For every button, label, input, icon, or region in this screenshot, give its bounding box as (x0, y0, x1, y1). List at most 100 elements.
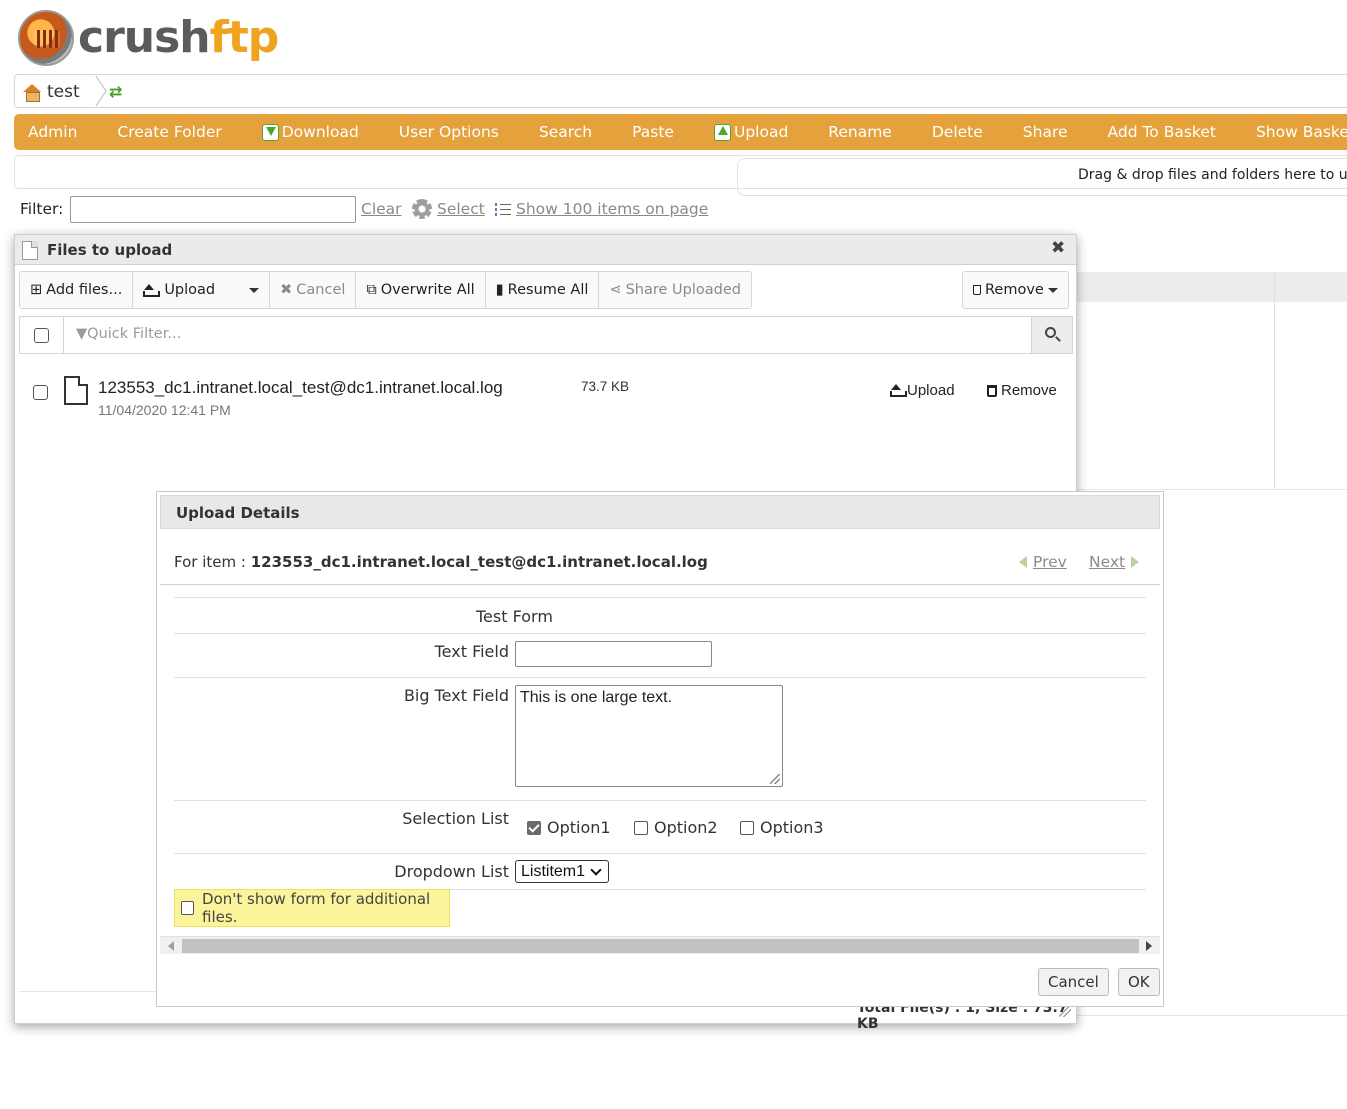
upload-all-button[interactable]: Upload (133, 272, 271, 308)
refresh-icon[interactable]: ⇄ (109, 82, 122, 101)
paste-button[interactable]: Paste (632, 123, 674, 141)
file-checkbox[interactable] (33, 385, 48, 400)
file-name: 123553_dc1.intranet.local_test@dc1.intra… (98, 378, 503, 397)
add-to-basket-button[interactable]: Add To Basket (1108, 123, 1216, 141)
option1-checkbox[interactable]: Option1 (527, 818, 611, 837)
details-header: Upload Details (160, 495, 1160, 529)
chevron-down-icon (1047, 287, 1058, 293)
delete-button[interactable]: Delete (932, 123, 983, 141)
big-text-field-input[interactable]: This is one large text. (515, 685, 783, 787)
breadcrumb-home[interactable]: test (23, 82, 80, 102)
dropdown-list-label: Dropdown List (394, 862, 509, 881)
divider (174, 597, 1146, 598)
dont-show-label: Don't show form for additional files. (202, 890, 431, 926)
clear-link[interactable]: Clear (361, 200, 402, 218)
upload-icon (713, 123, 731, 141)
filter-label: Filter: (20, 200, 64, 218)
breadcrumb-home-label: test (47, 82, 80, 102)
show-basket-button[interactable]: Show Basket (1256, 123, 1347, 141)
search-button[interactable]: Search (539, 123, 592, 141)
x-icon: ✖ (280, 282, 293, 298)
remove-dropdown-button[interactable]: Remove (962, 271, 1069, 309)
quick-filter-input[interactable]: ▼Quick Filter... (76, 326, 181, 342)
file-date: 11/04/2020 12:41 PM (98, 402, 231, 418)
scrollbar-thumb[interactable] (182, 939, 1139, 953)
gear-icon[interactable] (412, 199, 432, 219)
upload-action-buttons: ⊞ Add files... Upload ✖ Cancel ⧉ Overwrite … (19, 271, 752, 309)
dont-show-checkbox[interactable] (181, 901, 195, 915)
file-remove-button[interactable]: Remove (987, 382, 1057, 399)
user-options-button[interactable]: User Options (399, 123, 499, 141)
checkbox-checked[interactable] (527, 820, 541, 835)
chevron-down-icon (590, 864, 602, 876)
create-folder-button[interactable]: Create Folder (117, 123, 221, 141)
add-files-button[interactable]: ⊞ Add files... (20, 272, 134, 308)
dropdown-list-select[interactable]: Listitem1 (515, 860, 609, 883)
form-title: Test Form (476, 607, 553, 626)
admin-button[interactable]: Admin (28, 123, 77, 141)
list-icon (495, 202, 511, 218)
file-icon (64, 376, 88, 405)
selection-list-label: Selection List (402, 809, 509, 828)
dialog-title: Files to upload (47, 241, 173, 259)
divider (160, 584, 1160, 585)
scroll-left-icon[interactable] (168, 941, 174, 951)
trash-icon (987, 384, 997, 397)
logo-text-ftp: ftp (209, 12, 280, 63)
show-items-link[interactable]: Show 100 items on page (516, 200, 708, 218)
dont-show-again-option[interactable]: Don't show form for additional files. (174, 889, 450, 927)
select-all-cell (20, 317, 64, 353)
close-icon[interactable]: ✖ (1051, 238, 1065, 258)
cancel-button[interactable]: Cancel (1038, 968, 1109, 996)
resize-handle[interactable] (770, 774, 780, 784)
file-upload-button[interactable]: Upload (890, 382, 955, 399)
download-button[interactable]: Download (261, 123, 359, 141)
ok-button[interactable]: OK (1118, 968, 1160, 996)
drop-zone-text: Drag & drop files and folders here to up (1078, 167, 1347, 183)
for-item: For item : 123553_dc1.intranet.local_tes… (174, 553, 708, 571)
horizontal-scrollbar[interactable] (160, 936, 1160, 954)
overwrite-all-button[interactable]: ⧉ Overwrite All (356, 272, 486, 308)
select-link[interactable]: Select (437, 200, 485, 218)
drop-zone[interactable]: Drag & drop files and folders here to up (737, 158, 1347, 196)
for-item-label: For item : (174, 553, 246, 571)
dialog-titlebar[interactable]: Files to upload ✖ (15, 235, 1076, 265)
plus-square-icon: ⊞ (30, 282, 43, 298)
next-link[interactable]: Next (1089, 553, 1140, 571)
home-icon (23, 84, 41, 102)
option3-checkbox[interactable]: Option3 (740, 818, 824, 837)
arrow-right-icon (1131, 556, 1140, 568)
upload-file-row: 123553_dc1.intranet.local_test@dc1.intra… (15, 365, 1076, 425)
divider (174, 633, 1146, 634)
upload-icon (143, 283, 161, 297)
document-icon (22, 241, 38, 260)
scroll-right-icon[interactable] (1146, 941, 1152, 951)
arrow-left-icon (1019, 556, 1027, 568)
filter-input[interactable] (70, 196, 356, 223)
chevron-down-icon[interactable] (249, 287, 260, 293)
rename-button[interactable]: Rename (828, 123, 892, 141)
cancel-all-button[interactable]: ✖ Cancel (270, 272, 357, 308)
filter-icon: ▼ (76, 326, 88, 342)
download-icon (261, 123, 279, 141)
checkbox[interactable] (634, 820, 648, 835)
share-uploaded-button[interactable]: ⋖ Share Uploaded (599, 272, 751, 308)
checkbox[interactable] (740, 820, 754, 835)
crushftp-logo: crushftp (18, 8, 280, 68)
upload-form: Test Form Text Field Big Text Field This… (174, 597, 1146, 927)
select-all-checkbox[interactable] (34, 328, 49, 343)
resume-all-button[interactable]: ▮ Resume All (485, 272, 600, 308)
share-button[interactable]: Share (1023, 123, 1068, 141)
column-divider (1274, 272, 1275, 490)
file-size: 73.7 KB (581, 379, 630, 394)
text-field-label: Text Field (434, 642, 509, 661)
text-field-input[interactable] (515, 641, 712, 667)
upload-button[interactable]: Upload (713, 123, 788, 141)
divider (1076, 1015, 1347, 1016)
search-icon[interactable] (1031, 317, 1072, 353)
divider (174, 677, 1146, 678)
prev-link[interactable]: Prev (1019, 553, 1067, 571)
quick-filter-row: ▼Quick Filter... (19, 316, 1073, 354)
main-toolbar: Admin Create Folder Download User Option… (14, 114, 1347, 150)
option2-checkbox[interactable]: Option2 (634, 818, 718, 837)
